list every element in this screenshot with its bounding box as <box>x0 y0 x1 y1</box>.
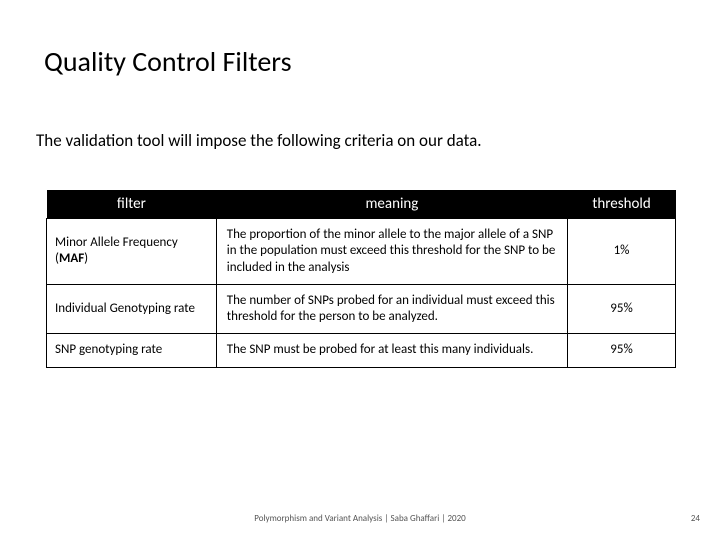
col-header-threshold: threshold <box>568 190 676 219</box>
footer-text: Polymorphism and Variant Analysis | Saba… <box>0 513 720 524</box>
cell-filter: SNP genotyping rate <box>47 334 217 367</box>
table-row: SNP genotyping rate The SNP must be prob… <box>47 334 676 367</box>
page-title: Quality Control Filters <box>44 44 292 79</box>
page-subtitle: The validation tool will impose the foll… <box>36 130 482 151</box>
filters-table: filter meaning threshold Minor Allele Fr… <box>46 190 676 368</box>
cell-filter: Individual Genotyping rate <box>47 284 217 334</box>
cell-meaning: The number of SNPs probed for an individ… <box>216 284 567 334</box>
cell-meaning: The proportion of the minor allele to th… <box>216 219 567 285</box>
col-header-meaning: meaning <box>216 190 567 219</box>
table-row: Individual Genotyping rate The number of… <box>47 284 676 334</box>
table-row: Minor Allele Frequency (MAF) The proport… <box>47 219 676 285</box>
cell-threshold: 95% <box>568 334 676 367</box>
page-number: 24 <box>691 513 700 524</box>
cell-threshold: 95% <box>568 284 676 334</box>
cell-filter: Minor Allele Frequency (MAF) <box>47 219 217 285</box>
cell-threshold: 1% <box>568 219 676 285</box>
cell-meaning: The SNP must be probed for at least this… <box>216 334 567 367</box>
col-header-filter: filter <box>47 190 217 219</box>
table-header-row: filter meaning threshold <box>47 190 676 219</box>
